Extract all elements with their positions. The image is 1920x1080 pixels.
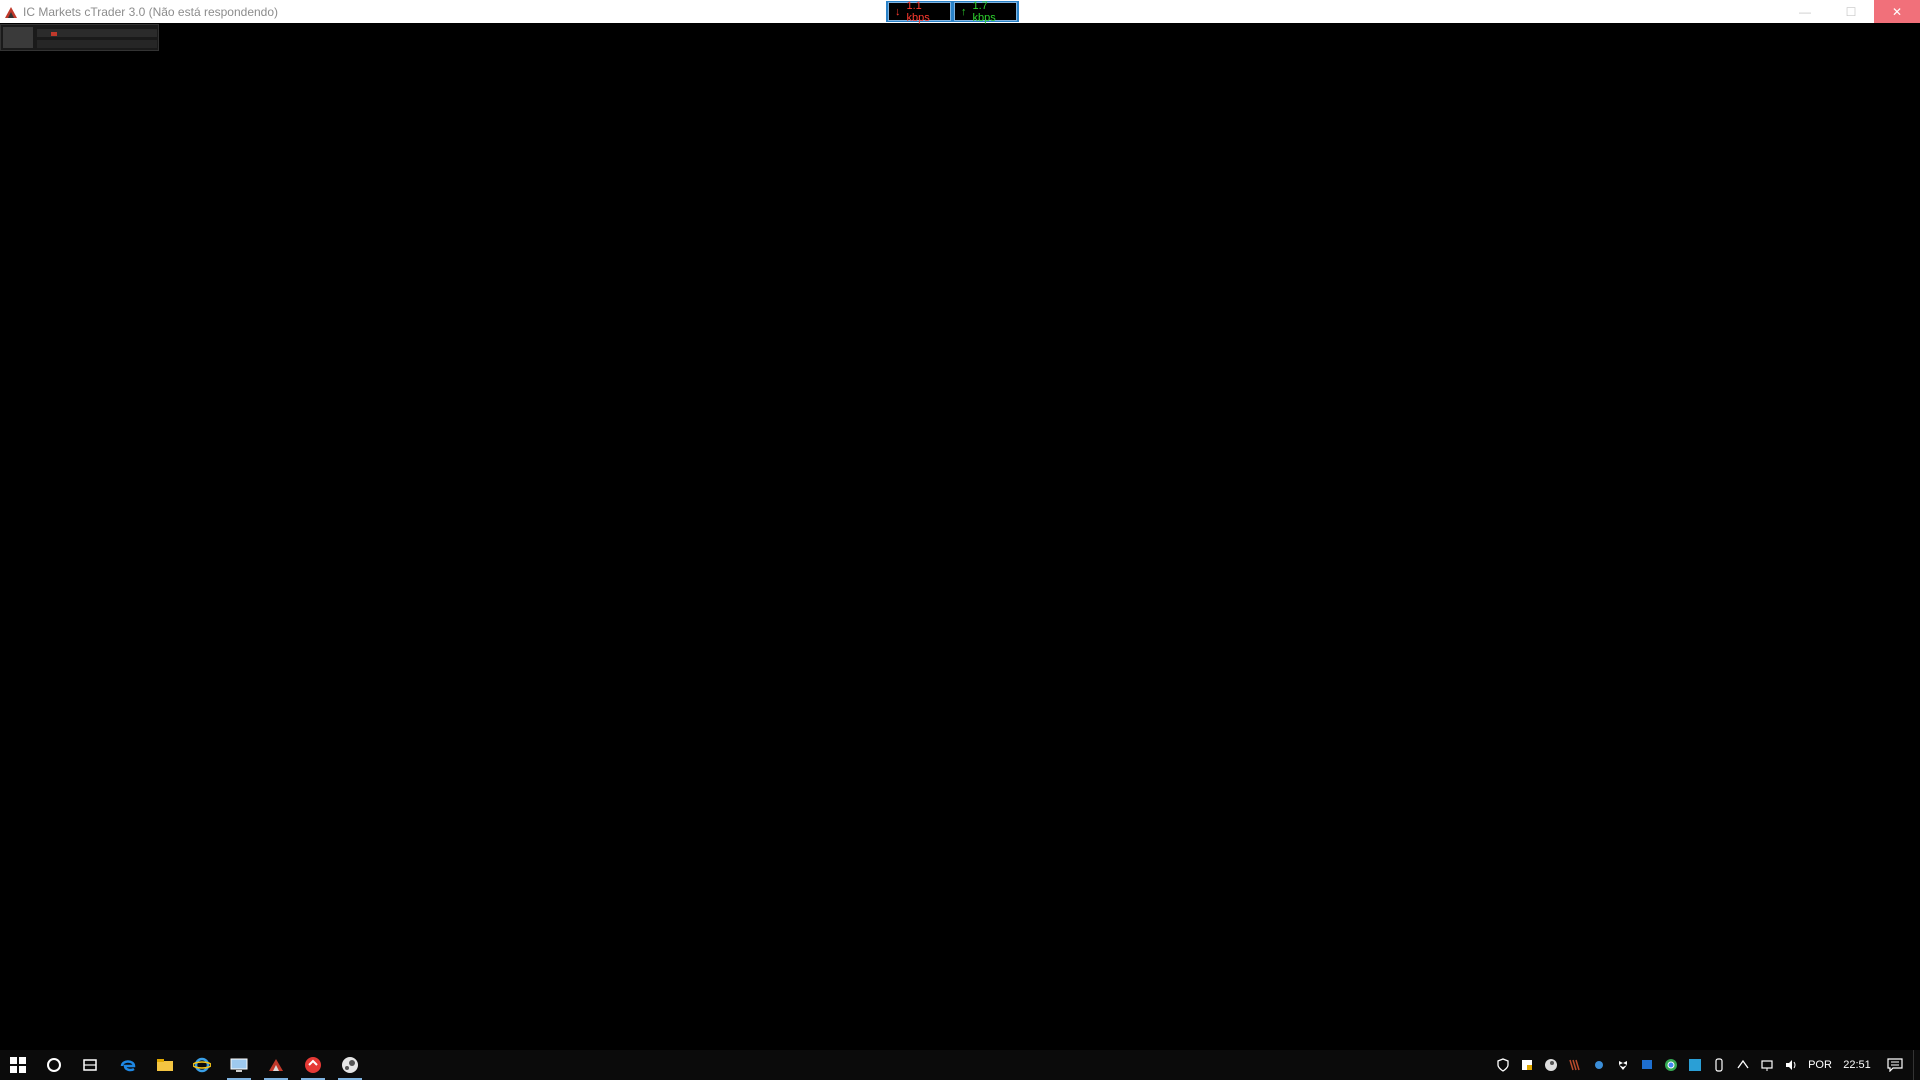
clock[interactable]: 22:51 <box>1837 1059 1877 1071</box>
chrome-icon[interactable] <box>1659 1050 1683 1080</box>
app-blue-icon[interactable] <box>1683 1050 1707 1080</box>
usb-icon[interactable] <box>1707 1050 1731 1080</box>
steam-app-button[interactable] <box>332 1050 368 1080</box>
display-icon[interactable] <box>1635 1050 1659 1080</box>
network-adapter-icon[interactable] <box>1731 1050 1755 1080</box>
edge-e-icon <box>120 1060 136 1072</box>
action-center-button[interactable] <box>1877 1050 1913 1080</box>
circle-icon <box>47 1058 61 1072</box>
internet-explorer-button[interactable] <box>184 1050 220 1080</box>
red-circle-icon <box>305 1057 321 1073</box>
minimize-icon: — <box>1799 4 1811 19</box>
minimize-button[interactable]: — <box>1782 0 1828 23</box>
maximize-icon: ☐ <box>1845 4 1857 19</box>
download-speed-value: 1.1 kbps <box>906 0 930 24</box>
close-icon: ✕ <box>1891 4 1903 19</box>
notification-icon <box>1887 1058 1903 1072</box>
cortana-button[interactable] <box>36 1050 72 1080</box>
task-view-button[interactable] <box>72 1050 108 1080</box>
taskbar: POR 22:51 <box>0 1050 1920 1080</box>
steam-icon <box>342 1057 358 1073</box>
down-arrow-icon: ↓ <box>895 5 901 18</box>
download-speed: ↓ 1.1 kbps <box>888 0 951 24</box>
ctrader-icon <box>269 1059 283 1071</box>
edge-button[interactable] <box>110 1050 146 1080</box>
ie-icon <box>193 1057 211 1073</box>
system-tray: POR 22:51 <box>1491 1050 1920 1080</box>
network-meter[interactable]: ↓ 1.1 kbps ↑ 1.7 kbps <box>886 0 1019 24</box>
frozen-window-remnant <box>0 24 159 51</box>
security-icon[interactable] <box>1515 1050 1539 1080</box>
folder-icon <box>157 1059 173 1071</box>
file-explorer-button[interactable] <box>147 1050 183 1080</box>
winrar-icon[interactable] <box>1563 1050 1587 1080</box>
ctrader-app-icon[interactable] <box>3 4 19 20</box>
shield-icon[interactable] <box>1491 1050 1515 1080</box>
windows-logo-icon <box>10 1057 26 1073</box>
upload-speed: ↑ 1.7 kbps <box>954 0 1017 24</box>
maximize-button[interactable]: ☐ <box>1828 0 1874 23</box>
window-titlebar[interactable]: IC Markets cTrader 3.0 (Não está respond… <box>0 0 1920 24</box>
volume-icon[interactable] <box>1779 1050 1803 1080</box>
close-button[interactable]: ✕ <box>1874 0 1920 23</box>
monitor-icon <box>230 1058 248 1072</box>
task-view-icon <box>83 1059 97 1071</box>
ctrader-button[interactable] <box>258 1050 294 1080</box>
network-icon[interactable] <box>1755 1050 1779 1080</box>
onedrive-icon[interactable] <box>1587 1050 1611 1080</box>
language-indicator[interactable]: POR <box>1803 1059 1837 1071</box>
red-app-button[interactable] <box>295 1050 331 1080</box>
start-button[interactable] <box>0 1050 36 1080</box>
show-desktop-button[interactable] <box>1913 1050 1920 1080</box>
upload-speed-value: 1.7 kbps <box>972 0 996 24</box>
remote-app-button[interactable] <box>221 1050 257 1080</box>
window-title: IC Markets cTrader 3.0 (Não está respond… <box>23 4 279 19</box>
dropbox-icon[interactable] <box>1611 1050 1635 1080</box>
up-arrow-icon: ↑ <box>961 5 967 18</box>
steam-tray-icon[interactable] <box>1539 1050 1563 1080</box>
